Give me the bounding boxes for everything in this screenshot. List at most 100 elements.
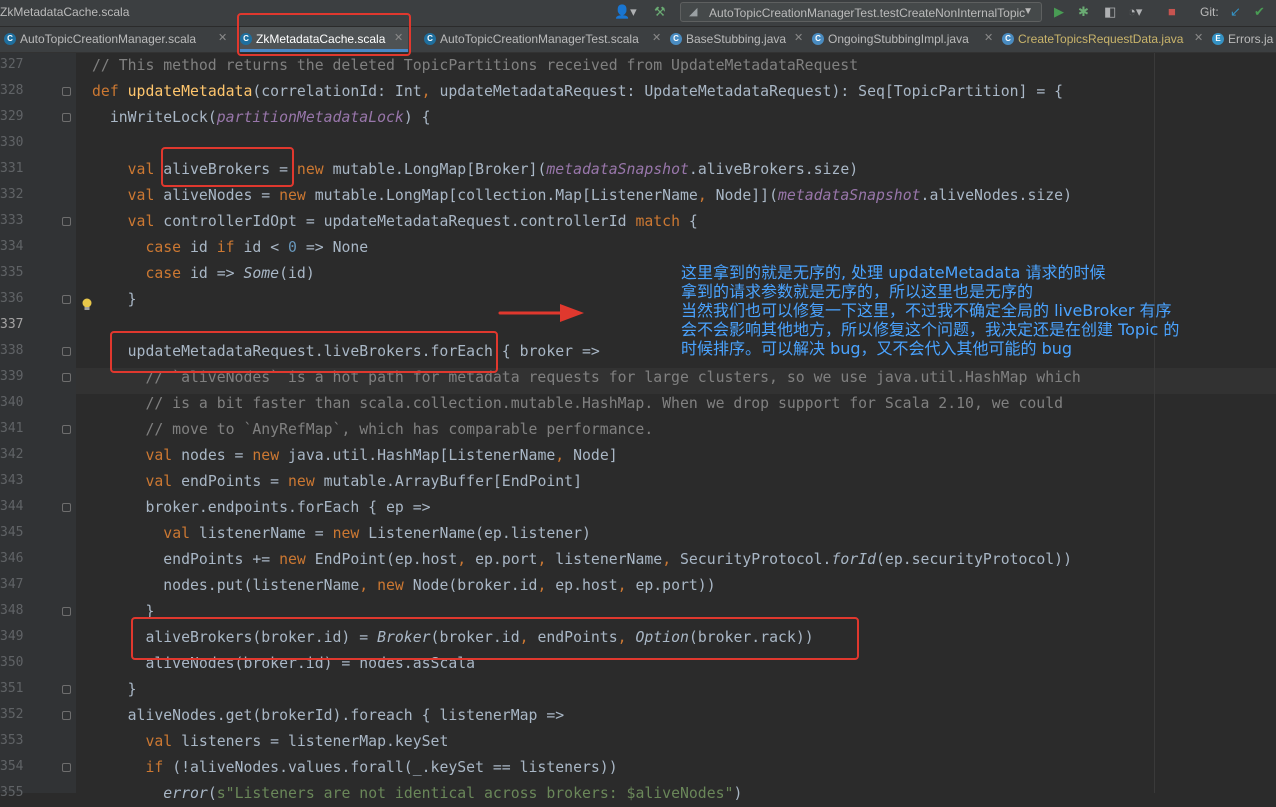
fold-toggle-icon[interactable] xyxy=(62,685,71,694)
gutter-row[interactable]: 336 xyxy=(0,287,76,313)
gutter-row[interactable]: 352 xyxy=(0,703,76,729)
user-icon[interactable]: 👤▾ xyxy=(614,4,637,20)
fold-toggle-icon[interactable] xyxy=(62,503,71,512)
code-line[interactable]: // is a bit faster than scala.collection… xyxy=(76,391,1276,417)
gutter-row[interactable]: 346 xyxy=(0,547,76,573)
tab-basestubbing-java[interactable]: C BaseStubbing.java ✕ xyxy=(670,27,808,52)
gutter-row[interactable]: 327 xyxy=(0,53,76,79)
fold-toggle-icon[interactable] xyxy=(62,217,71,226)
gutter-row[interactable]: 348 xyxy=(0,599,76,625)
gutter-row[interactable]: 338 xyxy=(0,339,76,365)
gutter-row[interactable]: 333 xyxy=(0,209,76,235)
gutter-row[interactable]: 349 xyxy=(0,625,76,651)
coverage-icon[interactable]: ◧ xyxy=(1104,4,1116,20)
gutter-row[interactable]: 353 xyxy=(0,729,76,755)
fold-toggle-icon[interactable] xyxy=(62,711,71,720)
tab-autotopiccreationmanagertest-scala[interactable]: C AutoTopicCreationManagerTest.scala ✕ xyxy=(424,27,666,52)
gutter-row[interactable]: 351 xyxy=(0,677,76,703)
debug-icon[interactable]: ✱ xyxy=(1078,4,1089,20)
fold-toggle-icon[interactable] xyxy=(62,425,71,434)
code-text: endPoints += new EndPoint(ep.host, ep.po… xyxy=(92,551,1073,568)
gutter-row[interactable]: 339 xyxy=(0,365,76,391)
gutter-row[interactable]: 337 xyxy=(0,313,76,339)
line-number: 328 xyxy=(0,83,24,98)
code-line[interactable]: val nodes = new java.util.HashMap[Listen… xyxy=(76,443,1276,469)
code-line[interactable]: if (!aliveNodes.values.forall(_.keySet =… xyxy=(76,755,1276,781)
right-margin-guide xyxy=(1154,53,1155,793)
code-text: // is a bit faster than scala.collection… xyxy=(145,395,1064,412)
lightbulb-icon[interactable] xyxy=(81,298,93,312)
line-number: 351 xyxy=(0,681,24,696)
code-line[interactable]: val listeners = listenerMap.keySet xyxy=(76,729,1276,755)
window-file-title: ZkMetadataCache.scala xyxy=(0,5,130,19)
code-line[interactable]: endPoints += new EndPoint(ep.host, ep.po… xyxy=(76,547,1276,573)
code-line[interactable]: aliveNodes.get(brokerId).foreach { liste… xyxy=(76,703,1276,729)
code-text: case id if id < 0 => None xyxy=(145,239,369,256)
git-update-icon[interactable]: ↙ xyxy=(1230,4,1241,20)
code-line[interactable]: // move to `AnyRefMap`, which has compar… xyxy=(76,417,1276,443)
close-icon[interactable]: ✕ xyxy=(794,31,803,44)
code-line[interactable]: broker.endpoints.forEach { ep => xyxy=(76,495,1276,521)
gutter-row[interactable]: 328 xyxy=(0,79,76,105)
tab-createtopicsrequestdata-java[interactable]: C CreateTopicsRequestData.java ✕ xyxy=(1002,27,1208,52)
code-line[interactable]: val listenerName = new ListenerName(ep.l… xyxy=(76,521,1276,547)
annotation-note-line: 拿到的请求参数就是无序的，所以这里也是无序的 xyxy=(681,282,1034,301)
code-line[interactable]: def updateMetadata(correlationId: Int, u… xyxy=(76,79,1276,105)
annotation-arrow-icon xyxy=(498,304,584,322)
scala-file-icon: C xyxy=(424,33,436,45)
fold-toggle-icon[interactable] xyxy=(62,607,71,616)
line-number-gutter[interactable]: 327 328 329 330 331 332 333 334 335 336 337 338 339 3… xyxy=(0,53,76,800)
close-icon[interactable]: ✕ xyxy=(218,31,227,44)
code-line[interactable]: // This method returns the deleted Topic… xyxy=(76,53,1276,79)
code-line[interactable]: case id if id < 0 => None xyxy=(76,235,1276,261)
gutter-row[interactable]: 342 xyxy=(0,443,76,469)
gutter-row[interactable]: 329 xyxy=(0,105,76,131)
gutter-row[interactable]: 345 xyxy=(0,521,76,547)
gutter-row[interactable]: 332 xyxy=(0,183,76,209)
gutter-row[interactable]: 334 xyxy=(0,235,76,261)
run-configuration-dropdown[interactable]: ◢ AutoTopicCreationManagerTest.testCreat… xyxy=(680,2,1042,22)
run-icon[interactable]: ▶ xyxy=(1054,4,1064,20)
code-line[interactable]: val controllerIdOpt = updateMetadataRequ… xyxy=(76,209,1276,235)
line-number: 344 xyxy=(0,499,24,514)
gutter-row[interactable]: 340 xyxy=(0,391,76,417)
code-line[interactable]: } xyxy=(76,677,1276,703)
gutter-row[interactable]: 330 xyxy=(0,131,76,157)
line-number: 342 xyxy=(0,447,24,462)
tab-autotopiccreationmanager-scala[interactable]: C AutoTopicCreationManager.scala ✕ xyxy=(4,27,232,52)
code-line[interactable]: val endPoints = new mutable.ArrayBuffer[… xyxy=(76,469,1276,495)
tab-ongoingstubbingimpl-java[interactable]: C OngoingStubbingImpl.java ✕ xyxy=(812,27,998,52)
gutter-row[interactable]: 347 xyxy=(0,573,76,599)
fold-toggle-icon[interactable] xyxy=(62,763,71,772)
annotation-note: 这里拿到的就是无序的, 处理 updateMetadata 请求的时候 拿到的请求… xyxy=(681,263,1261,358)
code-text: val endPoints = new mutable.ArrayBuffer[… xyxy=(145,473,582,490)
fold-toggle-icon[interactable] xyxy=(62,347,71,356)
fold-toggle-icon[interactable] xyxy=(62,373,71,382)
fold-toggle-icon[interactable] xyxy=(62,113,71,122)
hammer-build-icon[interactable]: ⚒ xyxy=(654,4,666,20)
gutter-row[interactable]: 343 xyxy=(0,469,76,495)
tab-errors-ja[interactable]: E Errors.ja xyxy=(1212,27,1276,52)
code-line[interactable]: inWriteLock(partitionMetadataLock) { xyxy=(76,105,1276,131)
gutter-row[interactable]: 350 xyxy=(0,651,76,677)
close-icon[interactable]: ✕ xyxy=(984,31,993,44)
code-line[interactable]: nodes.put(listenerName, new Node(broker.… xyxy=(76,573,1276,599)
gutter-row[interactable]: 355 xyxy=(0,781,76,807)
gutter-row[interactable]: 331 xyxy=(0,157,76,183)
fold-toggle-icon[interactable] xyxy=(62,295,71,304)
git-commit-icon[interactable]: ✔ xyxy=(1254,4,1265,20)
close-icon[interactable]: ✕ xyxy=(652,31,661,44)
gutter-row[interactable]: 335 xyxy=(0,261,76,287)
fold-toggle-icon[interactable] xyxy=(62,87,71,96)
gutter-row[interactable]: 344 xyxy=(0,495,76,521)
profiler-icon[interactable]: ◔▾ xyxy=(1128,4,1142,20)
close-icon[interactable]: ✕ xyxy=(1194,31,1203,44)
code-text: def updateMetadata(correlationId: Int, u… xyxy=(92,83,1064,100)
stop-icon[interactable]: ■ xyxy=(1168,4,1176,20)
annotation-note-line: 这里拿到的就是无序的, 处理 updateMetadata 请求的时候 xyxy=(681,263,1106,282)
enum-file-icon: E xyxy=(1212,33,1224,45)
code-line[interactable]: error(s"Listeners are not identical acro… xyxy=(76,781,1276,807)
gutter-row[interactable]: 341 xyxy=(0,417,76,443)
gutter-row[interactable]: 354 xyxy=(0,755,76,781)
code-text: val listeners = listenerMap.keySet xyxy=(145,733,449,750)
